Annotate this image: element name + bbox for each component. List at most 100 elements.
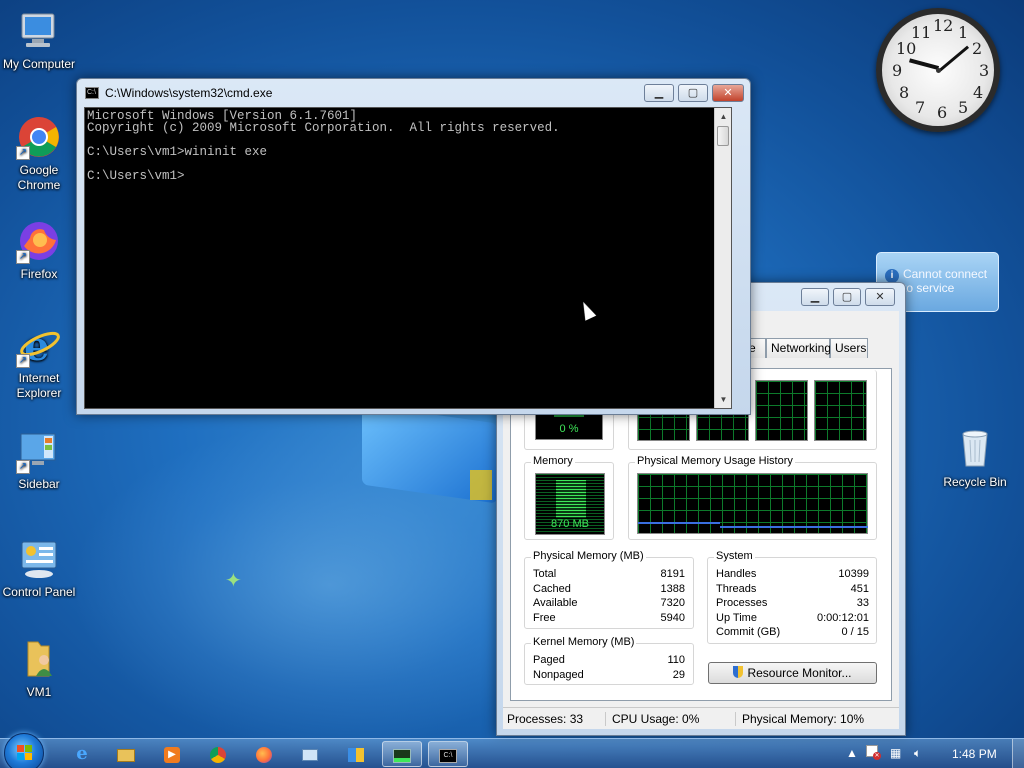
clock-number: 11: [911, 23, 932, 42]
desktop-icon-google-chrome[interactable]: ↗ Google Chrome: [0, 114, 78, 193]
taskbar-firefox[interactable]: [244, 741, 284, 767]
action-center-flag-icon[interactable]: ✕: [866, 745, 882, 761]
stat-value: 110: [667, 654, 685, 666]
shortcut-arrow-icon: ↗: [16, 354, 30, 368]
close-button[interactable]: ✕: [865, 288, 895, 306]
scroll-up-icon[interactable]: ▲: [715, 108, 732, 125]
desktop-icon-label: VM1: [26, 685, 52, 699]
stat-label: Commit (GB): [716, 626, 781, 638]
windows-logo-icon: [17, 745, 33, 761]
clock-center: [936, 68, 941, 73]
tab-users[interactable]: Users: [830, 338, 868, 358]
taskbar-internet-explorer[interactable]: e: [62, 741, 102, 767]
desktop-icon-label: Google Chrome: [17, 163, 61, 192]
show-desktop-button[interactable]: [1012, 739, 1024, 768]
resource-monitor-button[interactable]: Resource Monitor...: [708, 662, 877, 684]
wallpaper-leaf-icon: ✦: [225, 570, 242, 592]
close-button[interactable]: ✕: [712, 84, 744, 102]
memory-history-line: [638, 522, 720, 524]
console-output: Microsoft Windows [Version 6.1.7601] Copy…: [87, 110, 707, 183]
vertical-scrollbar[interactable]: ▲ ▼: [714, 108, 731, 408]
stat-value: 33: [856, 597, 869, 609]
desktop-icon-control-panel[interactable]: Control Panel: [0, 536, 78, 600]
minimize-button[interactable]: ▁: [801, 288, 829, 306]
taskbar-explorer[interactable]: [106, 741, 146, 767]
memory-history-label: Physical Memory Usage History: [635, 455, 795, 467]
tab-networking[interactable]: Networking: [766, 338, 831, 358]
clock-number: 5: [958, 98, 969, 117]
stat-label: Processes: [716, 597, 768, 609]
desktop-icon-sidebar[interactable]: ↗ Sidebar: [0, 428, 78, 492]
maximize-button[interactable]: ▢: [833, 288, 861, 306]
clock-minute-hand: [938, 45, 970, 73]
stat-label: Available: [533, 597, 578, 609]
show-hidden-icons[interactable]: ▲: [846, 746, 858, 760]
info-icon: i: [885, 269, 899, 283]
clock-gadget[interactable]: 12 1 2 3 4 5 6 7 8 9 10 11: [876, 8, 1000, 132]
scroll-down-icon[interactable]: ▼: [715, 391, 732, 408]
memory-group: Memory 870 MB: [524, 455, 614, 540]
stat-label: Handles: [716, 568, 757, 580]
memory-label: Memory: [531, 455, 575, 467]
status-physical-memory: Physical Memory: 10%: [735, 712, 864, 726]
taskbar-chrome[interactable]: [198, 741, 238, 767]
cmd-icon: C:\: [85, 87, 99, 99]
status-bar: Processes: 33 CPU Usage: 0% Physical Mem…: [503, 707, 899, 729]
volume-icon[interactable]: 🔈︎: [914, 746, 921, 761]
shortcut-arrow-icon: ↗: [16, 460, 30, 474]
desktop-icon-firefox[interactable]: ↗ Firefox: [0, 218, 78, 282]
desktop-icon-recycle-bin[interactable]: Recycle Bin: [936, 426, 1014, 490]
internet-explorer-icon: e: [76, 743, 88, 764]
scroll-thumb[interactable]: [717, 126, 729, 146]
clock-number: 6: [937, 103, 948, 122]
stat-label: Up Time: [716, 612, 757, 624]
clock-number: 2: [972, 39, 983, 58]
clock-number: 4: [973, 83, 984, 102]
taskbar-network[interactable]: [290, 741, 330, 767]
memory-history-graph: [637, 473, 868, 534]
gadget-message-line1: Cannot connect: [903, 267, 988, 281]
taskbar-clock[interactable]: 1:48 PM: [952, 747, 997, 761]
memory-meter: 870 MB: [535, 473, 605, 535]
gadget-message-line2: to service: [903, 281, 955, 295]
physical-memory-label: Physical Memory (MB): [531, 550, 646, 562]
stat-label: Free: [533, 612, 556, 624]
maximize-button[interactable]: ▢: [678, 84, 708, 102]
cmd-console[interactable]: Microsoft Windows [Version 6.1.7601] Copy…: [84, 107, 732, 409]
cmd-icon: C:\: [439, 749, 457, 764]
clock-number: 3: [979, 61, 990, 80]
taskbar-control-panel[interactable]: [336, 741, 376, 767]
taskbar-media-player[interactable]: ▶: [152, 741, 192, 767]
memory-meter-value: 870 MB: [551, 518, 589, 530]
minimize-button[interactable]: ▁: [644, 84, 674, 102]
desktop-icon-my-computer[interactable]: My Computer: [0, 8, 78, 72]
clock-number: 7: [915, 98, 926, 117]
cmd-title: C:\Windows\system32\cmd.exe: [105, 86, 273, 100]
firefox-icon: [256, 747, 272, 764]
console-line: Copyright (c) 2009 Microsoft Corporation…: [87, 121, 560, 135]
chrome-icon: [210, 747, 226, 764]
status-cpu-usage: CPU Usage: 0%: [605, 712, 699, 726]
stat-label: Threads: [716, 583, 757, 595]
stat-value: 29: [672, 669, 685, 681]
stat-value: 1388: [660, 583, 685, 595]
memory-history-group: Physical Memory Usage History: [628, 455, 877, 540]
start-button[interactable]: [4, 733, 44, 768]
stat-value: 5940: [660, 612, 685, 624]
physical-memory-group: Physical Memory (MB) Total 8191 Cached 138…: [524, 550, 694, 629]
stat-label: Paged: [533, 654, 565, 666]
kernel-memory-label: Kernel Memory (MB): [531, 636, 637, 648]
user-folder-icon: [16, 636, 62, 682]
clock-number: 12: [933, 16, 954, 35]
desktop-icon-label: Firefox: [20, 267, 58, 281]
desktop-icon-vm1[interactable]: VM1: [0, 636, 78, 700]
console-line: C:\Users\vm1>wininit exe: [87, 145, 268, 159]
memory-meter-bar: [556, 480, 586, 518]
cmd-window[interactable]: C:\ C:\Windows\system32\cmd.exe ▁ ▢ ✕ Mi…: [76, 78, 751, 415]
taskbar-task-manager[interactable]: [382, 741, 422, 767]
network-tray-icon[interactable]: ▦: [890, 746, 901, 760]
clock-number: 8: [899, 83, 910, 102]
taskbar-cmd[interactable]: C:\: [428, 741, 468, 767]
desktop-icon-internet-explorer[interactable]: e ↗ Internet Explorer: [0, 322, 78, 401]
cmd-titlebar[interactable]: C:\ C:\Windows\system32\cmd.exe ▁ ▢ ✕: [77, 79, 750, 107]
